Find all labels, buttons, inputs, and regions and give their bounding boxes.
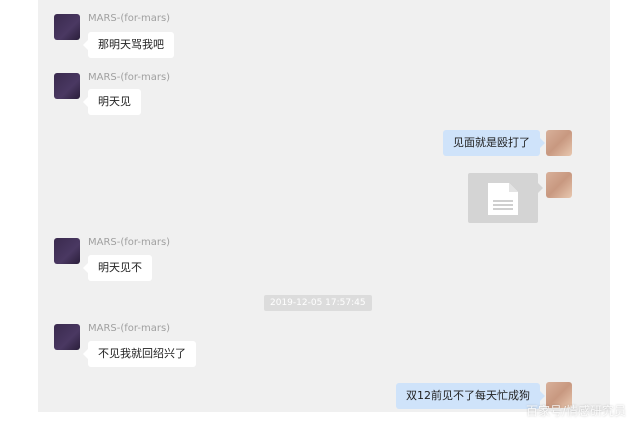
file-message-card[interactable] xyxy=(468,173,543,223)
avatar-mars[interactable] xyxy=(54,14,80,40)
sender-name: MARS-(for-mars) xyxy=(88,323,171,334)
avatar-mars[interactable] xyxy=(54,73,80,99)
avatar-self[interactable] xyxy=(546,172,572,198)
sender-name: MARS-(for-mars) xyxy=(88,237,171,248)
sender-name: MARS-(for-mars) xyxy=(88,72,171,83)
sender-name: MARS-(for-mars) xyxy=(88,13,171,24)
message-bubble[interactable]: 明天见不 xyxy=(83,255,152,281)
message-bubble-self[interactable]: 见面就是殴打了 xyxy=(443,130,545,156)
message-bubble-self[interactable]: 双12前见不了每天忙成狗 xyxy=(396,383,545,409)
avatar-mars[interactable] xyxy=(54,324,80,350)
avatar-self[interactable] xyxy=(546,130,572,156)
message-bubble[interactable]: 明天见 xyxy=(83,89,141,115)
watermark-text: 百家号/情感研究员 xyxy=(525,404,626,418)
avatar-mars[interactable] xyxy=(54,238,80,264)
chat-panel: MARS-(for-mars) 那明天骂我吧 MARS-(for-mars) 明… xyxy=(38,0,610,412)
message-bubble[interactable]: 那明天骂我吧 xyxy=(83,32,174,58)
document-icon xyxy=(488,183,518,215)
message-bubble[interactable]: 不见我就回绍兴了 xyxy=(83,341,196,367)
message-timestamp: 2019-12-05 17:57:45 xyxy=(264,295,372,311)
